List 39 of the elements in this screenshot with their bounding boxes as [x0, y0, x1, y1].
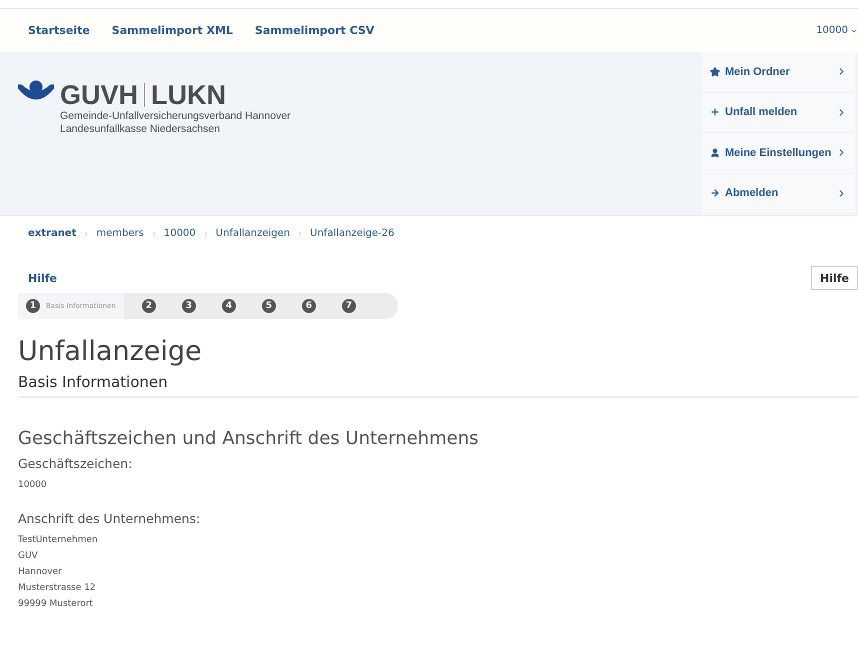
side-menu-item[interactable]: Abmelden: [702, 174, 855, 214]
step-tab[interactable]: 6: [294, 293, 324, 319]
nav-link[interactable]: Sammelimport CSV: [254, 24, 374, 37]
logo-title: GUVH LUKN: [60, 80, 228, 110]
side-menu-item[interactable]: Mein Ordner: [702, 52, 855, 92]
field-label: Anschrift des Unternehmens:: [18, 511, 202, 526]
page-subtitle: Basis Informationen: [18, 373, 858, 398]
page-title: Unfallanzeige: [18, 335, 203, 369]
field-value: 99999 Musterort: [18, 598, 94, 611]
breadcrumb-link[interactable]: Unfallanzeige-26: [310, 228, 394, 239]
field-label: Geschäftszeichen:: [18, 456, 134, 471]
user-menu[interactable]: 10000: [816, 25, 858, 36]
arrow-icon: [710, 188, 720, 198]
logo-subtitle: Gemeinde-Unfallversicherungsverband Hannover: [60, 110, 291, 123]
user-icon: [710, 148, 720, 158]
field-value: 10000: [18, 479, 48, 492]
field-value: Musterstrasse 12: [18, 582, 97, 595]
side-menu-item[interactable]: Meine Einstellungen: [702, 133, 855, 174]
step-tab[interactable]: 7: [334, 293, 364, 319]
step-tab[interactable]: 2: [134, 293, 164, 319]
side-menu-item[interactable]: Unfall melden: [702, 92, 855, 133]
step-tab[interactable]: 3: [174, 293, 204, 319]
breadcrumb-link[interactable]: Unfallanzeigen: [216, 228, 290, 239]
plus-icon: [710, 107, 720, 118]
logo-subtitle: Landesunfallkasse Niedersachsen: [60, 123, 221, 136]
nav-link[interactable]: Startseite: [28, 24, 90, 37]
step-tab[interactable]: 4: [214, 293, 244, 319]
field-value: Hannover: [18, 566, 63, 579]
step-tab[interactable]: 5: [254, 293, 284, 319]
section-heading: Geschäftszeichen und Anschrift des Unternehmens: [18, 428, 480, 449]
star-icon: [710, 66, 720, 77]
breadcrumb-link[interactable]: 10000: [164, 228, 196, 239]
help-button[interactable]: Hilfe: [811, 266, 858, 290]
breadcrumb-link[interactable]: members: [96, 228, 144, 239]
field-value: TestUnternehmen: [18, 534, 99, 547]
nav-link[interactable]: Sammelimport XML: [112, 24, 233, 37]
help-link[interactable]: Hilfe: [28, 272, 57, 284]
field-value: GUV: [18, 550, 39, 563]
breadcrumb-link[interactable]: extranet: [28, 228, 76, 239]
